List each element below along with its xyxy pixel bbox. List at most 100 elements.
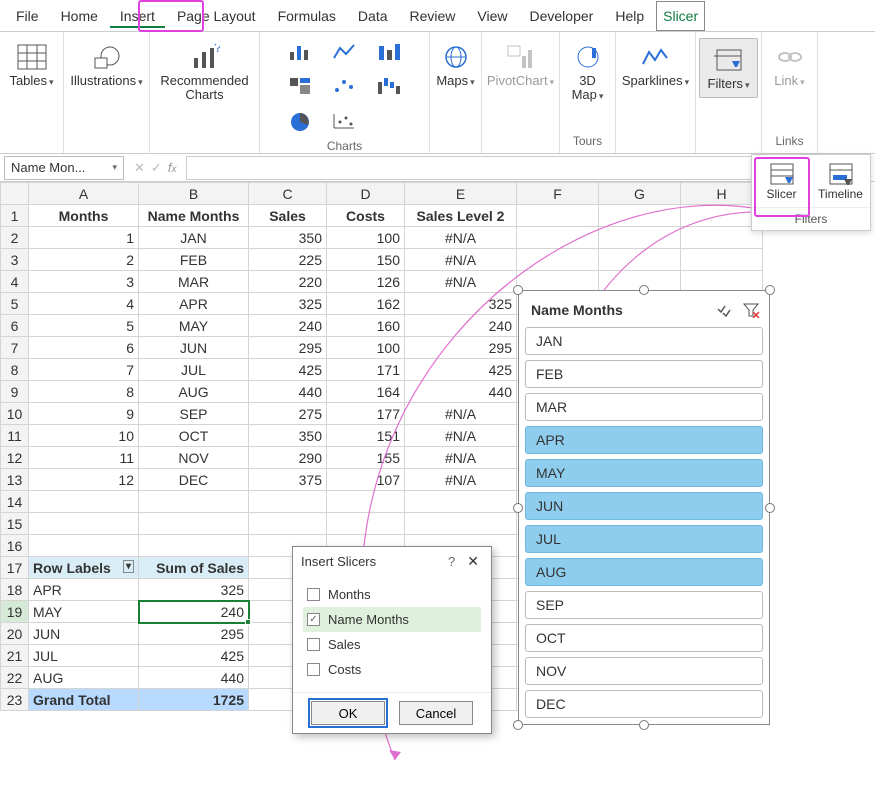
cell-D1[interactable]: Costs [327, 205, 405, 227]
row-header-13[interactable]: 13 [1, 469, 29, 491]
cell-B4[interactable]: MAR [139, 271, 249, 293]
cell-D12[interactable]: 155 [327, 447, 405, 469]
cell-B3[interactable]: FEB [139, 249, 249, 271]
slicer-item-jul[interactable]: JUL [525, 525, 763, 553]
cell-A4[interactable]: 3 [29, 271, 139, 293]
cell-B16[interactable] [139, 535, 249, 557]
pivotchart-button[interactable]: PivotChart [483, 38, 558, 92]
cell-B15[interactable] [139, 513, 249, 535]
cell-B8[interactable]: JUL [139, 359, 249, 381]
cell-C15[interactable] [249, 513, 327, 535]
cell-D7[interactable]: 100 [327, 337, 405, 359]
row-header-6[interactable]: 6 [1, 315, 29, 337]
chart-pie-icon[interactable] [281, 106, 321, 136]
chart-stacked-icon[interactable] [369, 38, 409, 68]
col-header-B[interactable]: B [139, 183, 249, 205]
cell-B21[interactable]: 425 [139, 645, 249, 667]
chart-histogram-icon[interactable] [325, 106, 365, 136]
row-header-5[interactable]: 5 [1, 293, 29, 315]
cell-C11[interactable]: 350 [249, 425, 327, 447]
clear-filter-icon[interactable] [741, 301, 761, 319]
menu-data[interactable]: Data [348, 4, 398, 28]
cell-C3[interactable]: 225 [249, 249, 327, 271]
cell-D11[interactable]: 151 [327, 425, 405, 447]
row-header-3[interactable]: 3 [1, 249, 29, 271]
cell-F3[interactable] [517, 249, 599, 271]
ok-button[interactable]: OK [311, 701, 385, 725]
cell-D3[interactable]: 150 [327, 249, 405, 271]
col-header-A[interactable]: A [29, 183, 139, 205]
cell-A1[interactable]: Months [29, 205, 139, 227]
cell-E6[interactable]: 240 [405, 315, 517, 337]
cell-D13[interactable]: 107 [327, 469, 405, 491]
col-header-F[interactable]: F [517, 183, 599, 205]
resize-handle[interactable] [639, 285, 649, 295]
cell-B19[interactable]: 240 [139, 601, 249, 623]
cell-A10[interactable]: 9 [29, 403, 139, 425]
dialog-field-costs[interactable]: Costs [303, 657, 481, 682]
row-header-17[interactable]: 17 [1, 557, 29, 579]
filters-button[interactable]: Filters [699, 38, 759, 98]
row-header-10[interactable]: 10 [1, 403, 29, 425]
name-box-dropdown-icon[interactable]: ▾ [112, 162, 117, 173]
row-header-15[interactable]: 15 [1, 513, 29, 535]
slicer-popup-button[interactable]: Slicer [752, 155, 811, 207]
cell-A9[interactable]: 8 [29, 381, 139, 403]
cell-E5[interactable]: 325 [405, 293, 517, 315]
dialog-field-sales[interactable]: Sales [303, 632, 481, 657]
recommended-charts-button[interactable]: ? Recommended Charts [156, 38, 252, 107]
cell-E10[interactable]: #N/A [405, 403, 517, 425]
cell-B9[interactable]: AUG [139, 381, 249, 403]
row-header-9[interactable]: 9 [1, 381, 29, 403]
sparklines-button[interactable]: Sparklines [618, 38, 693, 92]
col-header-G[interactable]: G [599, 183, 681, 205]
cell-G1[interactable] [599, 205, 681, 227]
dialog-field-months[interactable]: Months [303, 582, 481, 607]
multi-select-icon[interactable] [715, 301, 735, 319]
cell-C1[interactable]: Sales [249, 205, 327, 227]
cell-A17[interactable]: Row Labels ▾ [29, 557, 139, 579]
checkbox-icon[interactable]: ✓ [307, 613, 320, 626]
cell-E9[interactable]: 440 [405, 381, 517, 403]
cell-A8[interactable]: 7 [29, 359, 139, 381]
menu-slicer[interactable]: Slicer [656, 1, 705, 31]
cell-A21[interactable]: JUL [29, 645, 139, 667]
chart-waterfall-icon[interactable] [369, 72, 409, 102]
cell-A5[interactable]: 4 [29, 293, 139, 315]
cell-A23[interactable]: Grand Total [29, 689, 139, 711]
cell-B17[interactable]: Sum of Sales [139, 557, 249, 579]
cell-C4[interactable]: 220 [249, 271, 327, 293]
cell-D5[interactable]: 162 [327, 293, 405, 315]
slicer-item-mar[interactable]: MAR [525, 393, 763, 421]
chart-bar-icon[interactable] [281, 38, 321, 68]
cell-B22[interactable]: 440 [139, 667, 249, 689]
cell-E12[interactable]: #N/A [405, 447, 517, 469]
col-header-D[interactable]: D [327, 183, 405, 205]
cell-E14[interactable] [405, 491, 517, 513]
cell-B18[interactable]: 325 [139, 579, 249, 601]
cell-C2[interactable]: 350 [249, 227, 327, 249]
cell-C7[interactable]: 295 [249, 337, 327, 359]
dialog-field-name-months[interactable]: ✓Name Months [303, 607, 481, 632]
chart-line-icon[interactable] [325, 38, 365, 68]
cancel-button[interactable]: Cancel [399, 701, 473, 725]
menu-help[interactable]: Help [605, 4, 654, 28]
menu-insert[interactable]: Insert [110, 4, 165, 28]
cell-G3[interactable] [599, 249, 681, 271]
cell-E4[interactable]: #N/A [405, 271, 517, 293]
dialog-close-icon[interactable]: ✕ [463, 553, 483, 570]
cell-C5[interactable]: 325 [249, 293, 327, 315]
cell-A18[interactable]: APR [29, 579, 139, 601]
chart-hierarchy-icon[interactable] [281, 72, 321, 102]
cell-B1[interactable]: Name Months [139, 205, 249, 227]
cell-B6[interactable]: MAY [139, 315, 249, 337]
cancel-formula-icon[interactable]: ✕ [134, 160, 145, 176]
slicer-item-nov[interactable]: NOV [525, 657, 763, 685]
cell-B14[interactable] [139, 491, 249, 513]
slicer-item-feb[interactable]: FEB [525, 360, 763, 388]
fill-handle[interactable] [245, 619, 251, 625]
maps-button[interactable]: Maps [432, 38, 478, 92]
cell-D9[interactable]: 164 [327, 381, 405, 403]
slicer-item-jan[interactable]: JAN [525, 327, 763, 355]
row-header-20[interactable]: 20 [1, 623, 29, 645]
